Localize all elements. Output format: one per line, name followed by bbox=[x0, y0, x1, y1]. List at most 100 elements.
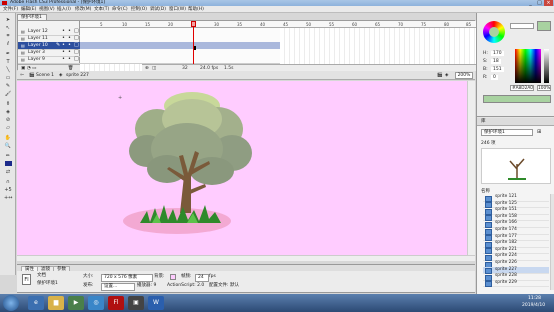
scene-link[interactable]: Scene 1 bbox=[36, 71, 54, 80]
visibility-dot-icon[interactable]: • bbox=[62, 42, 65, 49]
menu-debug[interactable]: 调试(D) bbox=[150, 6, 166, 13]
publish-settings-button[interactable]: 设置... bbox=[101, 283, 135, 291]
swap-colors-icon[interactable]: ⇄ bbox=[4, 169, 12, 175]
taskbar-app-icon[interactable]: ▣ bbox=[128, 296, 144, 310]
player-label: 播放器: 9 bbox=[137, 283, 157, 288]
line-tool-icon[interactable]: ╲ bbox=[4, 67, 12, 73]
library-list: sprite 121 sprite 125 sprite 151 sprite … bbox=[477, 194, 554, 294]
library-scrollbar[interactable] bbox=[550, 194, 554, 290]
lock-dot-icon[interactable]: • bbox=[68, 35, 71, 42]
layer-row[interactable]: ▤ Layer 9 • • □ bbox=[18, 56, 80, 64]
layer-icon: ▤ bbox=[21, 57, 25, 62]
outline-box-icon[interactable]: □ bbox=[74, 35, 79, 42]
taskbar-ie-icon[interactable]: e bbox=[28, 296, 44, 310]
stage-canvas[interactable]: + bbox=[17, 81, 475, 260]
zoom-select[interactable]: 200% bbox=[455, 72, 473, 79]
menu-text[interactable]: 文本(T) bbox=[94, 6, 109, 13]
taskbar-flash-icon[interactable]: Fl bbox=[108, 296, 124, 310]
playhead-handle[interactable] bbox=[191, 21, 196, 27]
eyedropper-tool-icon[interactable]: ⊘ bbox=[4, 117, 12, 123]
ink-bottle-tool-icon[interactable]: ⚱ bbox=[4, 101, 12, 107]
smooth-option-icon[interactable]: +5 bbox=[4, 187, 12, 193]
visibility-dot-icon[interactable]: • bbox=[62, 28, 65, 35]
menu-commands[interactable]: 命令(C) bbox=[112, 6, 128, 13]
type-dropdown[interactable] bbox=[510, 23, 534, 29]
menu-insert[interactable]: 插入(I) bbox=[57, 6, 71, 13]
outline-box-icon[interactable]: □ bbox=[74, 28, 79, 35]
menu-modify[interactable]: 修改(M) bbox=[75, 6, 91, 13]
brightness-slider[interactable] bbox=[544, 49, 549, 83]
paint-bucket-tool-icon[interactable]: ◈ bbox=[4, 109, 12, 115]
b-label: B: bbox=[483, 67, 488, 72]
snap-option-icon[interactable]: ∩ bbox=[4, 179, 12, 185]
selection-tool-icon[interactable]: ➤ bbox=[4, 17, 12, 23]
outline-box-icon[interactable]: □ bbox=[74, 49, 79, 56]
taskbar-explorer-icon[interactable]: ▆ bbox=[48, 296, 64, 310]
stage-horizontal-scrollbar[interactable] bbox=[17, 255, 475, 261]
library-item[interactable]: sprite 229 bbox=[483, 280, 549, 288]
alpha-field[interactable]: 100% bbox=[537, 85, 551, 91]
lock-dot-icon[interactable]: • bbox=[68, 56, 71, 63]
stage-vertical-scrollbar[interactable] bbox=[467, 81, 475, 260]
lock-dot-icon[interactable]: • bbox=[68, 42, 71, 49]
frame-row[interactable] bbox=[80, 56, 280, 64]
edit-symbol-icon[interactable]: ◈ bbox=[445, 71, 448, 80]
visibility-dot-icon[interactable]: • bbox=[62, 35, 65, 42]
b-value[interactable]: 151 bbox=[491, 67, 504, 72]
brush-tool-icon[interactable]: 🖌 bbox=[4, 91, 12, 97]
swatch-bar[interactable] bbox=[483, 95, 551, 103]
rectangle-tool-icon[interactable]: ▭ bbox=[4, 75, 12, 81]
menu-view[interactable]: 视图(V) bbox=[39, 6, 55, 13]
straighten-option-icon[interactable]: +↔ bbox=[4, 195, 12, 201]
r-value[interactable]: 0 bbox=[491, 75, 498, 80]
doc-name: 保护环境1 bbox=[37, 281, 58, 286]
lasso-tool-icon[interactable]: ℓ bbox=[4, 41, 12, 47]
eraser-tool-icon[interactable]: ▱ bbox=[4, 125, 12, 131]
taskbar-browser-icon[interactable]: ◎ bbox=[88, 296, 104, 310]
visibility-dot-icon[interactable]: • bbox=[62, 49, 65, 56]
visibility-dot-icon[interactable]: • bbox=[62, 56, 65, 63]
color-wheel-center bbox=[489, 27, 499, 37]
size-button[interactable]: 720 x 576 像素 bbox=[101, 274, 153, 282]
pin-icon[interactable]: ⊞ bbox=[537, 129, 541, 135]
pencil-tool-icon[interactable]: ✎ bbox=[4, 83, 12, 89]
library-selector[interactable]: 保护环境1 bbox=[481, 129, 533, 136]
scene-icon: 🎬 bbox=[29, 73, 35, 78]
s-value[interactable]: 18 bbox=[491, 59, 501, 64]
frame-ruler[interactable]: 5 10 15 20 25 30 35 40 45 50 55 60 65 70… bbox=[80, 21, 476, 28]
start-button[interactable] bbox=[3, 295, 19, 311]
symbol-link[interactable]: sprite 227 bbox=[66, 71, 89, 80]
menu-file[interactable]: 文件(F) bbox=[3, 6, 18, 13]
pen-tool-icon[interactable]: ✒ bbox=[4, 51, 12, 57]
edit-scene-icon[interactable]: 🎬 bbox=[437, 71, 443, 80]
back-arrow-icon[interactable]: ⇦ bbox=[20, 71, 24, 80]
menu-window[interactable]: 窗口(W) bbox=[169, 6, 186, 13]
outline-box-icon[interactable]: □ bbox=[74, 42, 79, 49]
menu-edit[interactable]: 编辑(E) bbox=[21, 6, 36, 13]
subselection-tool-icon[interactable]: ↖ bbox=[4, 25, 12, 31]
fps-field[interactable]: 24 bbox=[195, 274, 209, 282]
free-transform-tool-icon[interactable]: ⌗ bbox=[4, 33, 12, 39]
hand-tool-icon[interactable]: ✋ bbox=[4, 135, 12, 141]
stroke-color-icon[interactable]: ✏ bbox=[4, 153, 12, 159]
color-spectrum[interactable] bbox=[515, 49, 541, 83]
lock-dot-icon[interactable]: • bbox=[68, 28, 71, 35]
menu-help[interactable]: 帮助(H) bbox=[188, 6, 204, 13]
fill-color-swatch[interactable] bbox=[4, 161, 12, 167]
zoom-tool-icon[interactable]: 🔍 bbox=[4, 143, 12, 149]
h-value[interactable]: 170 bbox=[491, 51, 504, 56]
frame-grid[interactable]: 5 10 15 20 25 30 35 40 45 50 55 60 65 70… bbox=[80, 21, 538, 71]
frame-number: 40 bbox=[260, 22, 266, 27]
frame-number: 65 bbox=[375, 22, 381, 27]
frame-number: 75 bbox=[421, 22, 427, 27]
menu-control[interactable]: 控制(O) bbox=[131, 6, 147, 13]
hex-field[interactable]: #A8D2A0 bbox=[510, 85, 534, 91]
taskbar-media-icon[interactable]: ▶ bbox=[68, 296, 84, 310]
outline-box-icon[interactable]: □ bbox=[74, 56, 79, 63]
taskbar-word-icon[interactable]: W bbox=[148, 296, 164, 310]
lock-dot-icon[interactable]: • bbox=[68, 49, 71, 56]
background-color-swatch[interactable] bbox=[170, 274, 176, 280]
tree-artwork[interactable]: + bbox=[17, 81, 475, 260]
frame-number: 10 bbox=[122, 22, 128, 27]
text-tool-icon[interactable]: T bbox=[4, 59, 12, 65]
